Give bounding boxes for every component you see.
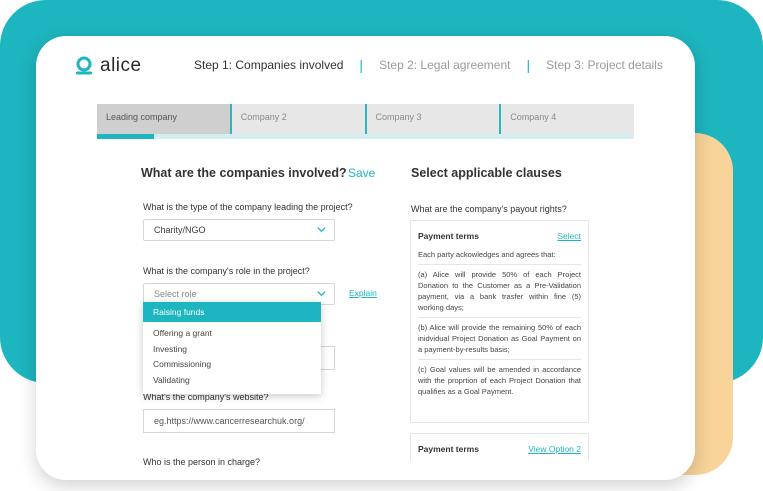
step-legal[interactable]: Step 2: Legal agreement [379,58,510,72]
clause-intro: Each party ackowledges and agrees that: [418,250,556,259]
main-card [36,36,695,480]
step-project[interactable]: Step 3: Project details [546,58,663,72]
question-company-role: What is the company's role in the projec… [143,266,310,276]
chevron-down-icon [317,225,326,236]
role-option-commissioning[interactable]: Commissioning [143,357,321,373]
clause-title: Payment terms [418,231,479,241]
company-tabs: Leading company Company 2 Company 3 Comp… [97,104,634,134]
chevron-down-icon [317,289,326,300]
clauses-heading: Select applicable clauses [411,166,562,180]
step-divider: | [526,57,531,73]
divider [418,359,581,360]
role-option-investing[interactable]: Investing [143,342,321,358]
tab-company-3[interactable]: Company 3 [366,104,502,134]
clause-b: (b) Alice will provide the remaining 50%… [418,323,581,354]
alice-logo-icon [74,56,94,76]
step-companies[interactable]: Step 1: Companies involved [194,58,343,72]
role-option-validating[interactable]: Validating [143,373,321,389]
save-button[interactable]: Save [348,166,375,180]
form-heading: What are the companies involved? [141,166,347,180]
company-type-select[interactable]: Charity/NGO [143,219,335,241]
select-clause-link[interactable]: Select [557,231,581,241]
step-divider: | [359,57,364,73]
company-type-value: Charity/NGO [154,225,206,235]
role-dropdown-menu: Raising funds Offering a grant Investing… [143,302,321,394]
stepper: Step 1: Companies involved | Step 2: Leg… [194,57,663,73]
website-input[interactable]: eg.https://www.cancerresearchuk.org/ [143,409,335,433]
explain-link[interactable]: Explain [349,288,377,298]
clause-card: Payment terms Select Each party ackowled… [410,220,589,423]
tabs-track [97,134,634,139]
role-placeholder: Select role [154,289,197,299]
tab-company-2[interactable]: Company 2 [231,104,367,134]
clause-a: (a) Alice will provide 50% of each Proje… [418,270,581,312]
view-option-link[interactable]: View Option 2 [528,444,581,454]
question-person: Who is the person in charge? [143,457,261,467]
divider [418,264,581,265]
logo-text: alice [100,55,142,76]
clause-card-2: Payment terms View Option 2 [410,433,589,461]
clause-title: Payment terms [418,444,479,454]
clause-c: (c) Goal values will be amended in accor… [418,365,581,396]
tabs-progress-bar [97,134,154,139]
tab-leading-company[interactable]: Leading company [97,104,232,134]
question-payout: What are the company's payout rights? [411,204,567,214]
role-option-raising-funds[interactable]: Raising funds [143,302,321,322]
question-company-type: What is the type of the company leading … [143,202,353,212]
divider [418,317,581,318]
tab-company-4[interactable]: Company 4 [501,104,634,134]
logo: alice [74,55,142,77]
role-option-offering-grant[interactable]: Offering a grant [143,326,321,342]
